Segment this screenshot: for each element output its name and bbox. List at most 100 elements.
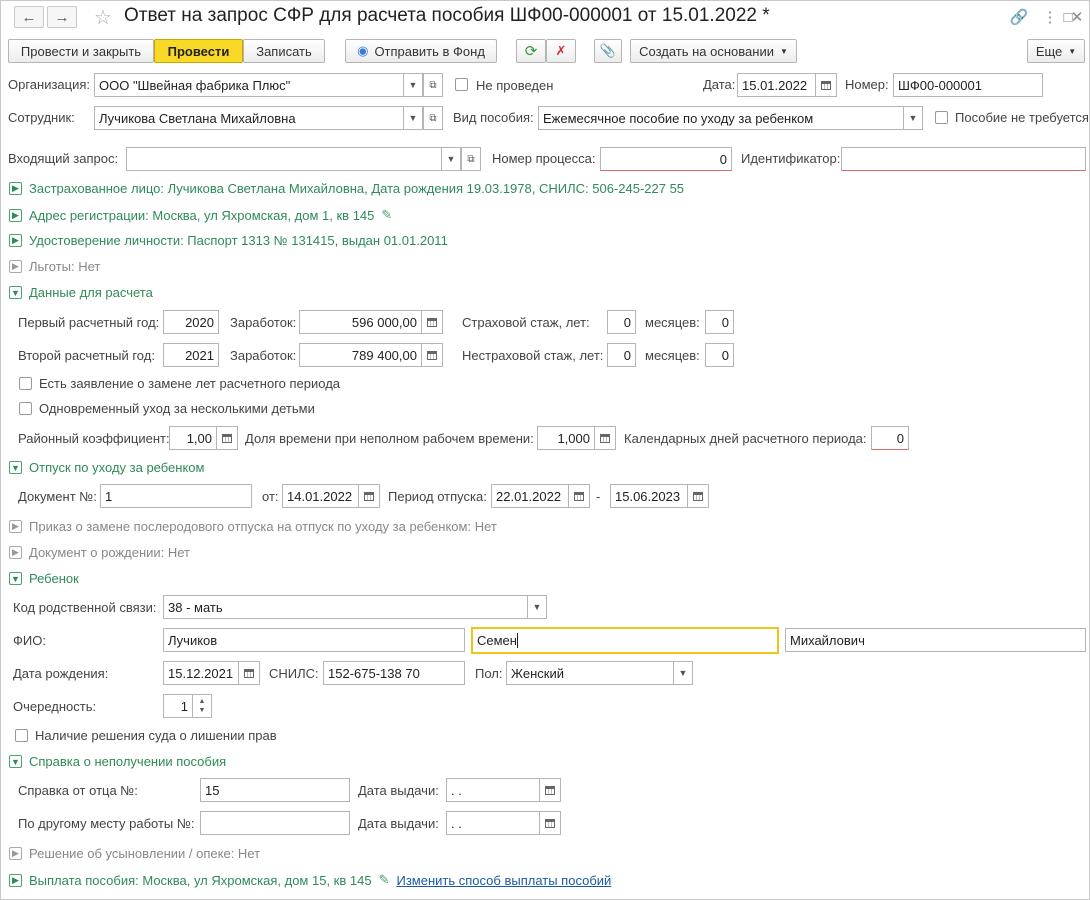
pencil-icon[interactable]: ✎	[381, 207, 392, 223]
organization-field[interactable]: ООО "Швейная фабрика Плюс"	[94, 73, 404, 97]
order-number-stepper[interactable]: ▲ ▼	[192, 694, 212, 718]
create-based-on-button[interactable]: Создать на основании ▼	[630, 39, 797, 63]
birth-date-field[interactable]: 15.12.2021	[163, 661, 239, 685]
calendar-button[interactable]	[358, 484, 380, 508]
favorite-star-icon[interactable]: ☆	[92, 6, 114, 29]
calculator-button[interactable]	[594, 426, 616, 450]
leave-period-end-field[interactable]: 15.06.2023	[610, 484, 688, 508]
leave-doc-label: Документ №:	[18, 489, 97, 504]
employee-field[interactable]: Лучикова Светлана Михайловна	[94, 106, 404, 130]
date-field[interactable]: 15.01.2022	[737, 73, 817, 97]
other-work-field[interactable]	[200, 811, 350, 835]
close-icon[interactable]: ✕	[1066, 6, 1088, 28]
number-field[interactable]: ШФ00-000001	[893, 73, 1043, 97]
forward-button[interactable]: →	[47, 6, 77, 28]
insurance-months-field[interactable]: 0	[705, 310, 734, 334]
insured-person-section[interactable]: ▶ Застрахованное лицо: Лучикова Светлана…	[9, 181, 684, 196]
back-button[interactable]: ←	[14, 6, 44, 28]
non-insurance-years-field[interactable]: 0	[607, 343, 636, 367]
organization-open-button[interactable]: ⧉	[423, 73, 443, 97]
replace-years-checkbox[interactable]	[19, 377, 32, 390]
process-number-field[interactable]: 0	[600, 147, 732, 171]
calendar-button[interactable]	[539, 811, 561, 835]
court-decision-checkbox[interactable]	[15, 729, 28, 742]
insurance-years-field[interactable]: 0	[607, 310, 636, 334]
order-number-field[interactable]: 1	[163, 694, 193, 718]
certificate-section[interactable]: ▼ Справка о неполучении пособия	[9, 754, 226, 769]
insurance-months-label: месяцев:	[645, 315, 700, 330]
number-label: Номер:	[845, 77, 889, 92]
regional-coef-field[interactable]: 1,00	[169, 426, 217, 450]
calendar-button[interactable]	[815, 73, 837, 97]
calendar-icon	[821, 80, 831, 90]
birth-document-section[interactable]: ▶ Документ о рождении: Нет	[9, 545, 190, 560]
parttime-share-field[interactable]: 1,000	[537, 426, 595, 450]
chevron-down-icon[interactable]: ▼	[199, 706, 206, 715]
benefits-section[interactable]: ▶ Льготы: Нет	[9, 259, 100, 274]
non-insurance-months-field[interactable]: 0	[705, 343, 734, 367]
calculator-icon	[600, 433, 610, 443]
leave-from-field[interactable]: 14.01.2022	[282, 484, 359, 508]
snils-field[interactable]: 152-675-138 70	[323, 661, 465, 685]
organization-dropdown[interactable]: ▼	[403, 73, 423, 97]
clear-posting-button[interactable]: ✗	[546, 39, 576, 63]
relation-code-field[interactable]: 38 - мать	[163, 595, 528, 619]
earnings1-field[interactable]: 596 000,00	[299, 310, 422, 334]
calculator-button[interactable]	[216, 426, 238, 450]
calendar-days-field[interactable]: 0	[871, 426, 909, 450]
calculator-button[interactable]	[421, 343, 443, 367]
sex-dropdown[interactable]: ▼	[673, 661, 693, 685]
benefit-not-required-checkbox[interactable]	[935, 111, 948, 124]
send-to-fund-button[interactable]: ◉ Отправить в Фонд	[345, 39, 497, 63]
payment-section[interactable]: ▶ Выплата пособия: Москва, ул Яхромская,…	[9, 872, 611, 888]
earnings2-field[interactable]: 789 400,00	[299, 343, 422, 367]
employee-dropdown[interactable]: ▼	[403, 106, 423, 130]
calculation-data-section[interactable]: ▼ Данные для расчета	[9, 285, 153, 300]
benefit-type-field[interactable]: Ежемесячное пособие по уходу за ребенком	[538, 106, 904, 130]
last-name-field[interactable]: Лучиков	[163, 628, 465, 652]
attachments-button[interactable]: 📎	[594, 39, 622, 63]
benefit-type-dropdown[interactable]: ▼	[903, 106, 923, 130]
calendar-button[interactable]	[539, 778, 561, 802]
refresh-button[interactable]: ⟳	[516, 39, 546, 63]
birth-document-text: Документ о рождении: Нет	[29, 545, 191, 560]
calculator-button[interactable]	[421, 310, 443, 334]
several-children-checkbox[interactable]	[19, 402, 32, 415]
employee-open-button[interactable]: ⧉	[423, 106, 443, 130]
identity-document-section[interactable]: ▶ Удостоверение личности: Паспорт 1313 №…	[9, 233, 448, 248]
identifier-field[interactable]	[841, 147, 1086, 171]
incoming-request-field[interactable]	[126, 147, 442, 171]
middle-name-field[interactable]: Михайлович	[785, 628, 1086, 652]
issue-date-field[interactable]: . .	[446, 778, 540, 802]
link-icon[interactable]: 🔗	[1008, 6, 1030, 28]
registration-address-section[interactable]: ▶ Адрес регистрации: Москва, ул Яхромска…	[9, 207, 392, 223]
child-section[interactable]: ▼ Ребенок	[9, 571, 79, 586]
first-year-field[interactable]: 2020	[163, 310, 219, 334]
calendar-button[interactable]	[568, 484, 590, 508]
pencil-icon: ✎	[378, 872, 390, 887]
post-button[interactable]: Провести	[154, 39, 243, 63]
father-certificate-field[interactable]: 15	[200, 778, 350, 802]
incoming-request-open-button[interactable]: ⧉	[461, 147, 481, 171]
other-work-label: По другому месту работы №:	[18, 816, 195, 831]
chevron-up-icon[interactable]: ▲	[199, 697, 206, 706]
leave-period-start-field[interactable]: 22.01.2022	[491, 484, 569, 508]
more-button[interactable]: Еще ▼	[1027, 39, 1085, 63]
incoming-request-label: Входящий запрос:	[8, 151, 119, 166]
first-name-field[interactable]: Семен	[471, 627, 779, 654]
adoption-section[interactable]: ▶ Решение об усыновлении / опеке: Нет	[9, 846, 260, 861]
order-section[interactable]: ▶ Приказ о замене послеродового отпуска …	[9, 519, 497, 534]
incoming-request-dropdown[interactable]: ▼	[441, 147, 461, 171]
issue-date2-field[interactable]: . .	[446, 811, 540, 835]
not-posted-checkbox[interactable]	[455, 78, 468, 91]
leave-doc-field[interactable]: 1	[100, 484, 252, 508]
post-and-close-button[interactable]: Провести и закрыть	[8, 39, 154, 63]
child-leave-section[interactable]: ▼ Отпуск по уходу за ребенком	[9, 460, 204, 475]
sex-field[interactable]: Женский	[506, 661, 674, 685]
calendar-button[interactable]	[687, 484, 709, 508]
change-payment-link[interactable]: Изменить способ выплаты пособий	[396, 873, 611, 888]
save-button[interactable]: Записать	[243, 39, 325, 63]
second-year-field[interactable]: 2021	[163, 343, 219, 367]
relation-code-dropdown[interactable]: ▼	[527, 595, 547, 619]
calendar-button[interactable]	[238, 661, 260, 685]
